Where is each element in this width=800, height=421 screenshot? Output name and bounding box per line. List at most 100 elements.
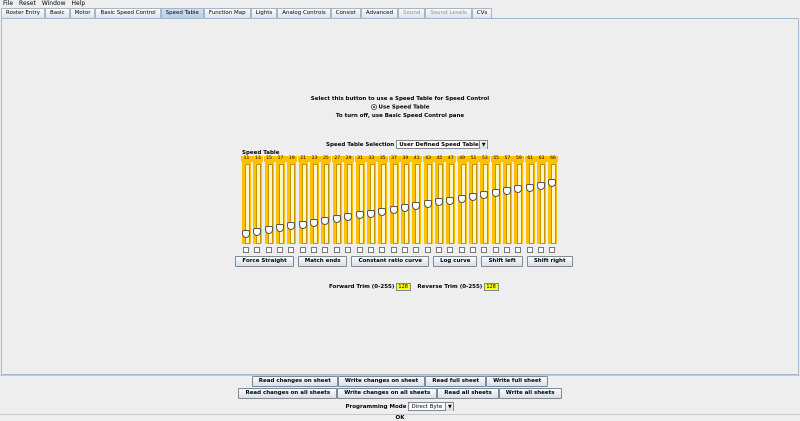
speed-step-lock-checkbox[interactable]: [435, 247, 442, 253]
tab-cvs[interactable]: CVs: [471, 8, 493, 18]
speed-step-track[interactable]: [457, 162, 467, 244]
speed-step-track[interactable]: [321, 162, 331, 244]
write-all-sheets-button[interactable]: Write all sheets: [498, 388, 562, 399]
speed-step-lock-checkbox[interactable]: [299, 247, 306, 253]
speed-step-lock-checkbox[interactable]: [277, 247, 284, 253]
speed-table-selection-combo[interactable]: User Defined Speed Table ▼: [396, 140, 489, 149]
speed-step-knob[interactable]: [298, 220, 307, 229]
read-full-sheet-button[interactable]: Read full sheet: [425, 376, 487, 387]
speed-step-knob[interactable]: [332, 215, 341, 224]
tab-basic[interactable]: Basic: [45, 8, 70, 18]
speed-step-lock-checkbox[interactable]: [481, 247, 488, 253]
speed-step-lock-checkbox[interactable]: [356, 247, 363, 253]
read-changes-on-all-sheets-button[interactable]: Read changes on all sheets: [238, 388, 338, 399]
programming-mode-combo[interactable]: Direct Byte ▼: [408, 402, 455, 411]
speed-step-lock-checkbox[interactable]: [254, 247, 261, 253]
use-speed-table-radio-row[interactable]: Use Speed Table: [0, 104, 800, 111]
speed-step-track[interactable]: [525, 162, 535, 244]
speed-step-lock-checkbox[interactable]: [345, 247, 352, 253]
speed-step-track[interactable]: [298, 162, 308, 244]
read-all-sheets-button[interactable]: Read all sheets: [437, 388, 499, 399]
reverse-trim-field[interactable]: 128: [484, 283, 500, 291]
speed-step-track[interactable]: [355, 162, 365, 244]
speed-step-lock-checkbox[interactable]: [526, 247, 533, 253]
speed-step-lock-checkbox[interactable]: [538, 247, 545, 253]
speed-step-track[interactable]: [366, 162, 376, 244]
menu-help[interactable]: Help: [68, 0, 88, 8]
speed-step-track[interactable]: [514, 162, 524, 244]
speed-step-lock-checkbox[interactable]: [515, 247, 522, 253]
speed-step-track[interactable]: [310, 162, 320, 244]
speed-step-lock-checkbox[interactable]: [243, 247, 249, 253]
chevron-down-icon[interactable]: ▼: [479, 140, 488, 149]
speed-step-knob[interactable]: [366, 209, 375, 218]
tab-lights[interactable]: Lights: [250, 8, 278, 18]
menu-reset[interactable]: Reset: [16, 0, 39, 8]
speed-step-knob[interactable]: [457, 194, 466, 203]
speed-step-lock-checkbox[interactable]: [401, 247, 408, 253]
speed-step-knob[interactable]: [537, 181, 546, 190]
speed-step-lock-checkbox[interactable]: [265, 247, 272, 253]
speed-step-knob[interactable]: [264, 226, 273, 235]
speed-step-track[interactable]: [378, 162, 388, 244]
speed-step-lock-checkbox[interactable]: [470, 247, 476, 253]
speed-step-knob[interactable]: [491, 189, 500, 198]
speed-step-knob[interactable]: [446, 196, 455, 205]
speed-step-track[interactable]: [332, 162, 342, 244]
speed-step-lock-checkbox[interactable]: [333, 247, 340, 253]
force-straight-button[interactable]: Force Straight: [235, 256, 294, 267]
shift-left-button[interactable]: Shift left: [481, 256, 523, 267]
speed-step-track[interactable]: [389, 162, 399, 244]
speed-step-knob[interactable]: [310, 218, 319, 227]
tab-roster-entry[interactable]: Roster Entry: [1, 8, 45, 18]
speed-step-track[interactable]: [287, 162, 297, 244]
match-ends-button[interactable]: Match ends: [297, 256, 348, 267]
speed-step-track[interactable]: [480, 162, 490, 244]
speed-step-knob[interactable]: [423, 200, 432, 209]
speed-step-lock-checkbox[interactable]: [492, 247, 499, 253]
use-speed-table-radio[interactable]: [370, 104, 377, 110]
speed-step-knob[interactable]: [469, 192, 477, 201]
speed-step-lock-checkbox[interactable]: [322, 247, 329, 253]
tab-sound[interactable]: Sound: [398, 8, 426, 18]
speed-step-track[interactable]: [548, 162, 558, 244]
menu-window[interactable]: Window: [39, 0, 69, 8]
speed-step-lock-checkbox[interactable]: [288, 247, 295, 253]
tab-motor[interactable]: Motor: [69, 8, 96, 18]
constant-ratio-curve-button[interactable]: Constant ratio curve: [351, 256, 430, 267]
speed-step-lock-checkbox[interactable]: [311, 247, 318, 253]
speed-step-track[interactable]: [503, 162, 513, 244]
speed-step-lock-checkbox[interactable]: [504, 247, 511, 253]
tab-basic-speed-control[interactable]: Basic Speed Control: [95, 8, 161, 18]
speed-step-knob[interactable]: [242, 229, 250, 238]
speed-step-knob[interactable]: [389, 205, 398, 214]
speed-step-lock-checkbox[interactable]: [549, 247, 556, 253]
menu-file[interactable]: File: [0, 0, 16, 8]
speed-step-lock-checkbox[interactable]: [413, 247, 420, 253]
log-curve-button[interactable]: Log curve: [433, 256, 478, 267]
tab-consist[interactable]: Consist: [330, 8, 361, 18]
forward-trim-field[interactable]: 128: [396, 283, 412, 291]
write-full-sheet-button[interactable]: Write full sheet: [486, 376, 549, 387]
tab-advanced[interactable]: Advanced: [360, 8, 398, 18]
tab-sound-levels[interactable]: Sound Levels: [425, 8, 472, 18]
shift-right-button[interactable]: Shift right: [526, 256, 573, 267]
speed-step-track[interactable]: [491, 162, 501, 244]
speed-step-knob[interactable]: [400, 203, 409, 212]
speed-step-track[interactable]: [537, 162, 547, 244]
speed-step-lock-checkbox[interactable]: [390, 247, 397, 253]
speed-step-lock-checkbox[interactable]: [367, 247, 374, 253]
speed-step-knob[interactable]: [378, 207, 387, 216]
speed-step-lock-checkbox[interactable]: [379, 247, 386, 253]
speed-step-lock-checkbox[interactable]: [458, 247, 465, 253]
chevron-down-icon[interactable]: ▼: [445, 402, 454, 411]
speed-step-track[interactable]: [344, 162, 354, 244]
speed-step-lock-checkbox[interactable]: [424, 247, 431, 253]
speed-step-knob[interactable]: [355, 211, 364, 220]
tab-speed-table[interactable]: Speed Table: [160, 8, 204, 18]
read-changes-on-sheet-button[interactable]: Read changes on sheet: [251, 376, 338, 387]
tab-function-map[interactable]: Function Map: [203, 8, 251, 18]
speed-step-track[interactable]: [469, 162, 478, 244]
tab-analog-controls[interactable]: Analog Controls: [277, 8, 331, 18]
write-changes-on-sheet-button[interactable]: Write changes on sheet: [337, 376, 426, 387]
